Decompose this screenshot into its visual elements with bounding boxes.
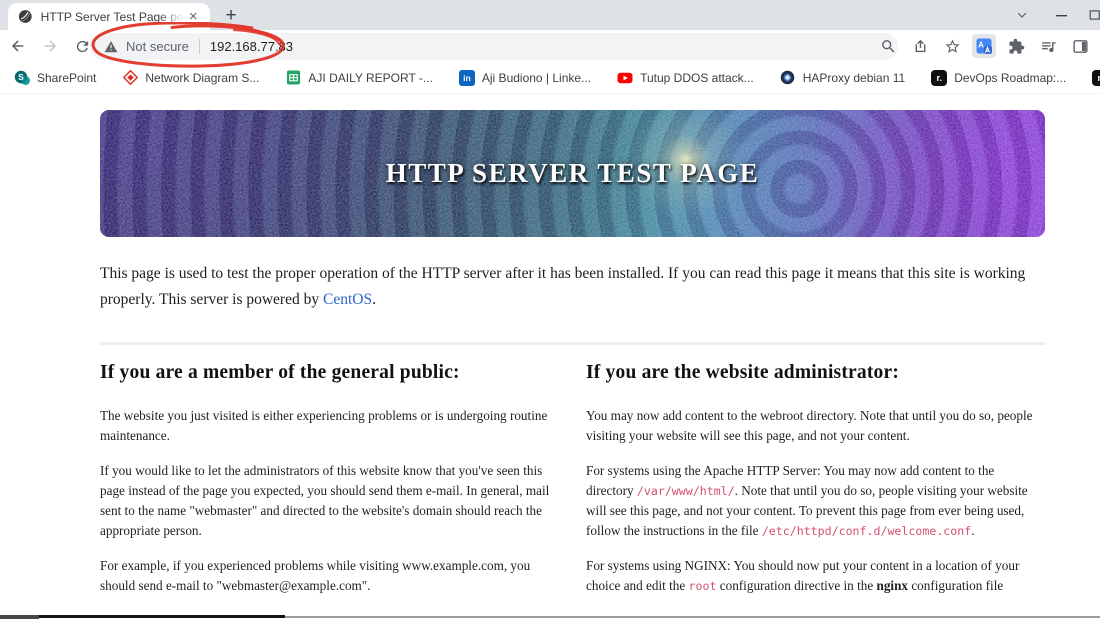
youtube-icon [617,70,633,86]
bookmark-aji-daily-report[interactable]: AJI DAILY REPORT -... [285,70,433,86]
bookmark-devops-roadmap[interactable]: r. DevOps Roadmap:... [931,69,1067,86]
bookmark-sharepoint[interactable]: S SharePoint [14,70,96,86]
intro-paragraph: This page is used to test the proper ope… [100,261,1042,312]
screenshot-bottom-edge [0,615,1100,619]
bottom-edge-segment [0,615,39,619]
bookmark-docker-roadmap[interactable]: r. Docker Roadmap -... [1092,69,1100,86]
admin-column: If you are the website administrator: Yo… [586,362,1045,610]
haproxy-icon [780,70,796,86]
centos-link[interactable]: CentOS [323,291,372,308]
intro-text-end: . [372,290,376,308]
bookmark-haproxy[interactable]: HAProxy debian 11 [780,70,906,86]
forward-icon [36,32,64,60]
public-paragraph-2: If you would like to let the administrat… [100,462,550,539]
sharepoint-icon: S [14,70,30,86]
warning-icon[interactable] [104,40,118,54]
translate-icon[interactable]: A [972,34,996,58]
bookmarks-bar: S SharePoint Network Diagram S... AJI DA… [0,62,1100,94]
new-tab-button[interactable]: + [218,3,244,29]
bottom-edge-segment [39,615,285,618]
public-paragraph-1: The website you just visited is either e… [100,408,548,444]
extensions-puzzle-icon[interactable] [1004,34,1028,58]
browser-window: HTTP Server Test Page powered × + [0,0,1100,619]
bookmark-label: Network Diagram S... [145,70,260,85]
admin-p2-text: . [971,523,975,539]
back-icon[interactable] [4,32,32,60]
horizontal-divider [100,342,1045,345]
maximize-icon[interactable] [1082,0,1100,30]
public-heading: If you are a member of the general publi… [100,362,460,383]
bookmark-label: DevOps Roadmap:... [954,70,1067,85]
tab-strip: HTTP Server Test Page powered × + [0,0,1100,30]
bookmark-label: Tutup DDOS attack... [640,70,754,85]
tab-http-test-page[interactable]: HTTP Server Test Page powered × [8,3,210,30]
bookmark-label: SharePoint [37,70,97,85]
tab-search-chevron-icon[interactable] [1002,0,1042,30]
path-welcome-conf: /etc/httpd/conf.d/welcome.conf [761,524,972,539]
tab-title: HTTP Server Test Page powered [40,9,185,24]
sheets-icon [285,70,301,86]
public-column: If you are a member of the general publi… [100,362,559,610]
admin-heading: If you are the website administrator: [586,362,900,383]
bottom-edge-segment [285,616,1100,618]
root-directive: root [688,579,717,594]
window-controls [1002,0,1100,30]
star-icon[interactable] [940,34,964,58]
search-icon[interactable] [876,34,900,58]
omnibox-divider [198,39,200,54]
linkedin-icon: in [458,69,475,86]
tab-close-icon[interactable]: × [185,8,203,26]
side-panel-icon[interactable] [1068,34,1092,58]
address-bar[interactable]: Not secure 192.168.77.83 [90,33,898,60]
roadmap-icon: r. [1092,69,1100,86]
bookmark-label: AJI DAILY REPORT -... [308,70,433,85]
globe-favicon [18,10,32,23]
share-icon[interactable] [908,34,932,58]
svg-text:S: S [18,72,24,82]
minimize-icon[interactable] [1042,0,1082,30]
admin-paragraph-2: For systems using the Apache HTTP Server… [586,461,1045,542]
bookmark-label: Aji Budiono | Linke... [481,70,592,85]
admin-paragraph-1: You may now add content to the webroot d… [586,408,1033,444]
intro-text: This page is used to test the proper ope… [100,265,1026,308]
bookmark-youtube[interactable]: Tutup DDOS attack... [617,70,754,86]
url-text[interactable]: 192.168.77.83 [210,39,293,54]
public-paragraph-3: For example, if you experienced problems… [100,557,531,594]
bookmark-linkedin[interactable]: in Aji Budiono | Linke... [458,69,592,86]
admin-p3-text: configuration directive in the [716,578,877,594]
test-page-banner: HTTP SERVER TEST PAGE [100,110,1045,237]
two-column-section: If you are a member of the general publi… [100,362,1045,610]
admin-p3-text: configuration file [908,578,1004,594]
admin-paragraph-3: For systems using NGINX: You should now … [586,556,1045,597]
nginx-bold: nginx [876,578,909,594]
banner-title: HTTP SERVER TEST PAGE [385,158,760,188]
svg-text:A: A [978,41,984,50]
webpage-content: HTTP SERVER TEST PAGE This page is used … [0,94,1100,619]
bookmark-label: HAProxy debian 11 [802,70,906,85]
diagram-icon [122,70,138,86]
media-playlist-icon[interactable] [1036,34,1060,58]
security-label[interactable]: Not secure [126,39,189,54]
roadmap-icon: r. [931,69,948,86]
navigation-toolbar: Not secure 192.168.77.83 A [0,30,1100,62]
bookmark-network-diagram[interactable]: Network Diagram S... [122,70,259,86]
path-var-www-html: /var/www/html/ [636,483,735,498]
toolbar-actions: A [876,30,1098,62]
